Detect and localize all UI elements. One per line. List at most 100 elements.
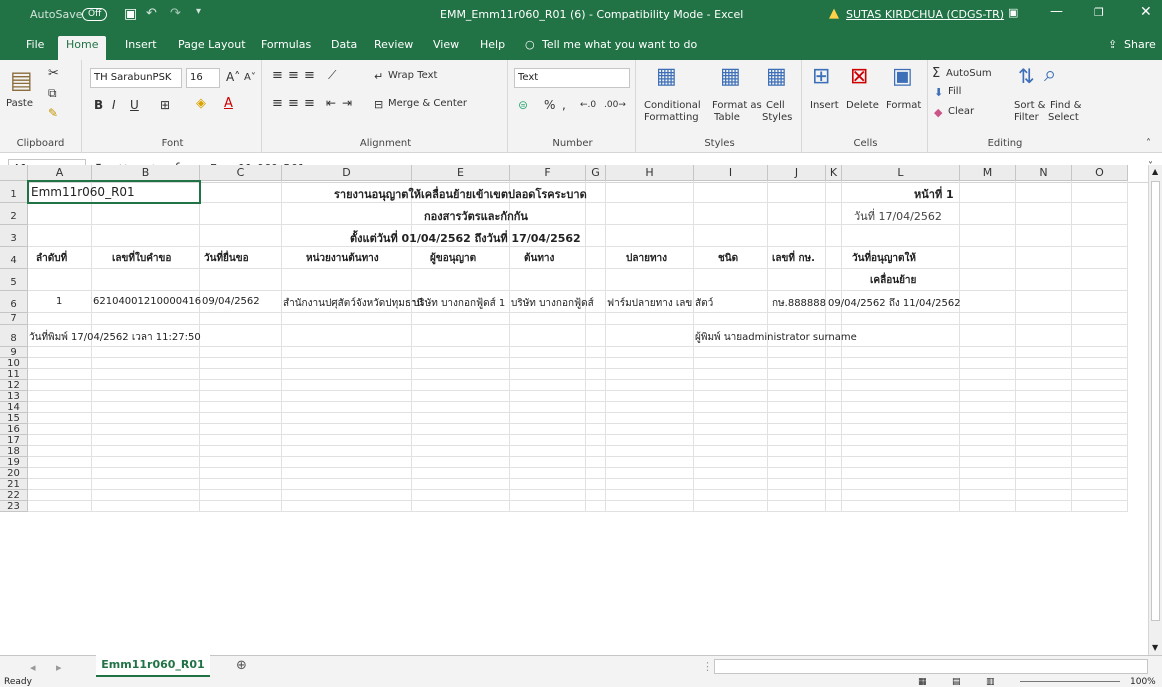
share-button[interactable]: Share [1124,38,1156,51]
cell[interactable] [768,181,826,203]
column-header-i[interactable]: I [694,165,768,181]
cell[interactable] [960,291,1016,313]
paste-icon[interactable]: ▤ [10,66,33,94]
row-header-9[interactable]: 9 [0,347,28,358]
cell[interactable] [826,479,842,490]
cell[interactable] [842,457,960,468]
cell[interactable] [1016,347,1072,358]
column-header-g[interactable]: G [586,165,606,181]
cell[interactable] [510,501,586,512]
row-header-17[interactable]: 17 [0,435,28,446]
cell[interactable] [768,479,826,490]
cell[interactable] [826,358,842,369]
borders-icon[interactable]: ⊞ [160,98,170,112]
cell[interactable] [586,468,606,479]
cell[interactable] [694,269,768,291]
scroll-thumb[interactable] [1151,181,1160,621]
cell[interactable] [200,347,282,358]
cell[interactable] [768,501,826,512]
cell[interactable] [606,424,694,435]
cell[interactable] [200,479,282,490]
cell[interactable] [510,325,586,347]
increase-decimal-icon[interactable]: ←.0 [580,100,596,110]
cell[interactable] [694,313,768,325]
cell[interactable] [842,413,960,424]
cell[interactable] [606,358,694,369]
cell[interactable] [510,369,586,380]
cell[interactable] [1072,347,1128,358]
row-header-12[interactable]: 12 [0,380,28,391]
row-header-1[interactable]: 1 [0,181,28,203]
cell[interactable] [92,501,200,512]
cell[interactable] [842,468,960,479]
cell[interactable] [960,468,1016,479]
increase-font-icon[interactable]: A˄ [226,70,240,84]
cell[interactable] [842,313,960,325]
cell[interactable] [412,313,510,325]
autosum-icon[interactable]: Σ [932,66,940,81]
find-select-button-line2[interactable]: Select [1048,112,1079,123]
cell[interactable] [606,369,694,380]
cell[interactable] [826,181,842,203]
orientation-icon[interactable]: ⟋ [328,68,336,83]
cell[interactable] [282,347,412,358]
tab-page-layout[interactable]: Page Layout [178,38,246,51]
cell[interactable] [1072,468,1128,479]
increase-indent-icon[interactable]: ⇥ [342,96,352,110]
cell[interactable] [28,391,92,402]
cell[interactable] [586,413,606,424]
cell[interactable] [412,501,510,512]
cell[interactable] [960,402,1016,413]
cell[interactable] [200,457,282,468]
cell[interactable] [606,269,694,291]
tell-me-input[interactable]: Tell me what you want to do [542,38,697,51]
row-header-11[interactable]: 11 [0,369,28,380]
cell[interactable] [694,369,768,380]
cell[interactable] [1016,391,1072,402]
find-select-button[interactable]: Find & [1050,100,1081,111]
cell[interactable] [1016,413,1072,424]
row-header-5[interactable]: 5 [0,269,28,291]
cell[interactable] [412,391,510,402]
cell[interactable] [1016,291,1072,313]
cell[interactable] [510,347,586,358]
align-right-icon[interactable]: ≡ [304,96,315,111]
merge-center-button[interactable]: Merge & Center [388,98,467,109]
row-header-8[interactable]: 8 [0,325,28,347]
scroll-up-icon[interactable]: ▲ [1152,167,1158,176]
conditional-formatting-button-line2[interactable]: Formatting [644,112,699,123]
row-header-23[interactable]: 23 [0,501,28,512]
cell[interactable] [768,424,826,435]
percent-button[interactable]: % [544,98,555,112]
cell[interactable] [200,435,282,446]
cell[interactable] [842,446,960,457]
tab-home[interactable]: Home [58,36,107,60]
cell[interactable] [960,269,1016,291]
cell[interactable] [694,402,768,413]
fill-color-icon[interactable]: ◈ [196,96,206,111]
cell[interactable] [842,391,960,402]
cell[interactable] [768,380,826,391]
cell[interactable] [28,479,92,490]
format-as-table-button[interactable]: Format as [712,100,762,111]
cell[interactable] [960,413,1016,424]
column-header-h[interactable]: H [606,165,694,181]
cell[interactable] [510,446,586,457]
cell[interactable] [1072,457,1128,468]
cell[interactable] [28,269,92,291]
cell[interactable] [510,479,586,490]
cell-styles-button-line2[interactable]: Styles [762,112,792,123]
cell[interactable] [28,413,92,424]
cell[interactable] [606,347,694,358]
cell[interactable] [606,446,694,457]
cell[interactable] [842,347,960,358]
tab-view[interactable]: View [433,38,459,51]
paste-button[interactable]: Paste [6,98,33,109]
cell[interactable] [826,203,842,225]
cell[interactable] [412,402,510,413]
cell[interactable] [842,225,960,247]
cell[interactable] [28,358,92,369]
cell[interactable] [842,435,960,446]
cell[interactable] [842,479,960,490]
cell[interactable] [200,402,282,413]
